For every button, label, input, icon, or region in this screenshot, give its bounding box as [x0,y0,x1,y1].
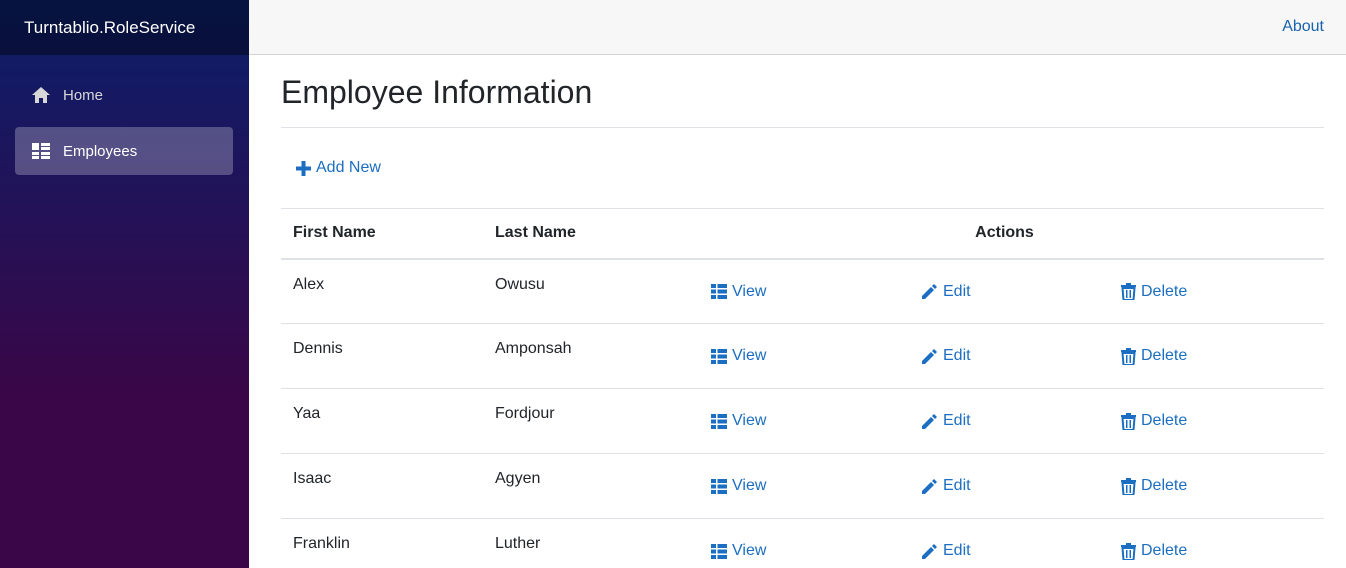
header-actions: Actions [685,208,1324,260]
sidebar-item-employees[interactable]: Employees [15,127,233,175]
plus-icon [296,160,311,176]
cell-last-name: Amponsah [495,340,572,357]
edit-label: Edit [943,282,971,300]
view-button[interactable]: View [711,477,766,495]
delete-label: Delete [1141,542,1188,559]
trash-icon [1121,542,1136,560]
pencil-icon [922,284,937,299]
delete-button[interactable]: Delete [1121,283,1187,301]
list-icon [711,348,727,364]
cell-first-name: Isaac [293,470,332,487]
cell-last-name: Luther [495,535,541,552]
delete-button[interactable]: Delete [1121,412,1187,430]
delete-button[interactable]: Delete [1121,542,1187,560]
cell-first-name: Yaa [293,405,321,422]
cell-first-name: Franklin [293,535,350,552]
list-icon [711,478,727,494]
cell-last-name: Fordjour [495,405,555,422]
employee-table: First Name Last Name Actions Alex Owusu … [281,208,1324,568]
view-label: View [732,477,767,494]
add-row: Add New [281,128,1324,208]
edit-label: Edit [943,477,971,494]
page-content: Employee Information Add New First Name … [249,55,1346,568]
trash-icon [1121,412,1136,430]
delete-label: Delete [1141,412,1188,429]
delete-button[interactable]: Delete [1121,477,1187,495]
cell-last-name: Agyen [495,470,541,487]
view-button[interactable]: View [711,347,766,365]
trash-icon [1121,347,1136,365]
trash-icon [1121,283,1136,300]
edit-button[interactable]: Edit [921,412,971,430]
list-icon [711,284,727,299]
pencil-icon [922,478,937,494]
add-new-button[interactable]: Add New [296,159,381,177]
edit-button[interactable]: Edit [921,347,971,365]
cell-last-name: Owusu [495,275,545,293]
list-icon [711,543,727,559]
add-new-label: Add New [316,159,381,176]
delete-label: Delete [1141,347,1188,364]
table-header-row: First Name Last Name Actions [281,208,1324,260]
table-row: Alex Owusu View Edit Delete [281,259,1324,324]
pencil-icon [922,543,937,559]
list-icon [31,141,51,161]
home-icon [31,85,51,105]
main-area: About Employee Information Add New First… [249,0,1346,568]
view-button[interactable]: View [711,412,766,430]
sidebar-item-home[interactable]: Home [15,71,233,119]
table-body: Alex Owusu View Edit Delete Dennis Ampon… [281,259,1324,568]
app-root: Turntablio.RoleService Home Employees Ab… [0,0,1346,568]
sidebar-item-label: Home [63,86,104,104]
table-row: Yaa Fordjour View Edit Delete [281,389,1324,454]
delete-label: Delete [1141,282,1188,300]
table-row: Franklin Luther View Edit Delete [281,519,1324,568]
pencil-icon [922,348,937,364]
edit-button[interactable]: Edit [921,477,971,495]
trash-icon [1121,477,1136,495]
view-label: View [732,412,767,429]
header-last-name: Last Name [483,208,685,260]
delete-label: Delete [1141,477,1188,494]
view-label: View [732,347,767,364]
edit-button[interactable]: Edit [921,542,971,560]
view-button[interactable]: View [711,283,766,301]
edit-button[interactable]: Edit [921,283,971,301]
top-bar: About [249,0,1346,55]
sidebar-nav: Home Employees [0,55,249,175]
list-icon [711,413,727,429]
cell-first-name: Alex [293,275,325,293]
app-title: Turntablio.RoleService [24,17,196,37]
view-label: View [732,282,767,300]
table-row: Dennis Amponsah View Edit Delete [281,324,1324,389]
sidebar: Turntablio.RoleService Home Employees [0,0,249,568]
app-brand[interactable]: Turntablio.RoleService [0,0,249,55]
page-title: Employee Information [281,74,593,110]
table-row: Isaac Agyen View Edit Delete [281,454,1324,519]
edit-label: Edit [943,412,971,429]
view-button[interactable]: View [711,542,766,560]
view-label: View [732,542,767,559]
about-link[interactable]: About [1282,18,1324,36]
delete-button[interactable]: Delete [1121,347,1187,365]
pencil-icon [922,413,937,429]
sidebar-item-label: Employees [63,142,138,160]
cell-first-name: Dennis [293,340,343,357]
edit-label: Edit [943,542,971,559]
edit-label: Edit [943,347,971,364]
header-first-name: First Name [281,208,483,260]
